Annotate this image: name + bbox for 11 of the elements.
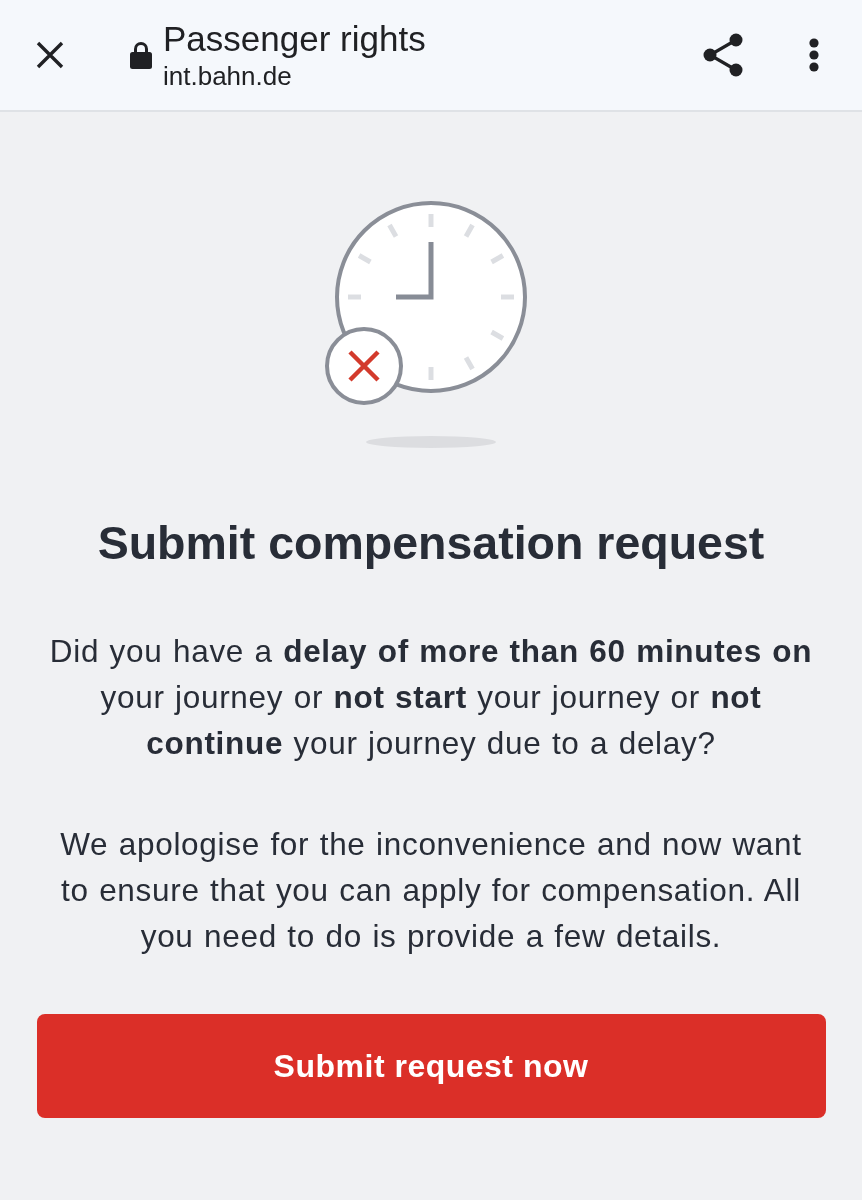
- page-url: int.bahn.de: [163, 61, 293, 91]
- lock-icon: [130, 41, 152, 69]
- submit-request-button[interactable]: Submit request now: [36, 1014, 826, 1118]
- body-paragraph: We apologise for the inconvenience and now want to ensure that you can apply for compensation. All you need to do is provide a few details.: [59, 825, 803, 956]
- cross-badge-icon: [325, 327, 403, 405]
- body-paragraph: Did you have a delay of more than 60 minutes on your journey or not start your journey or not continue your journey due to a delay?: [48, 632, 814, 763]
- close-icon[interactable]: [35, 40, 65, 70]
- share-icon[interactable]: [703, 33, 743, 77]
- page-title: Passenger rights: [163, 19, 427, 59]
- page-heading: Submit compensation request: [97, 516, 765, 570]
- more-options-icon[interactable]: [809, 38, 819, 72]
